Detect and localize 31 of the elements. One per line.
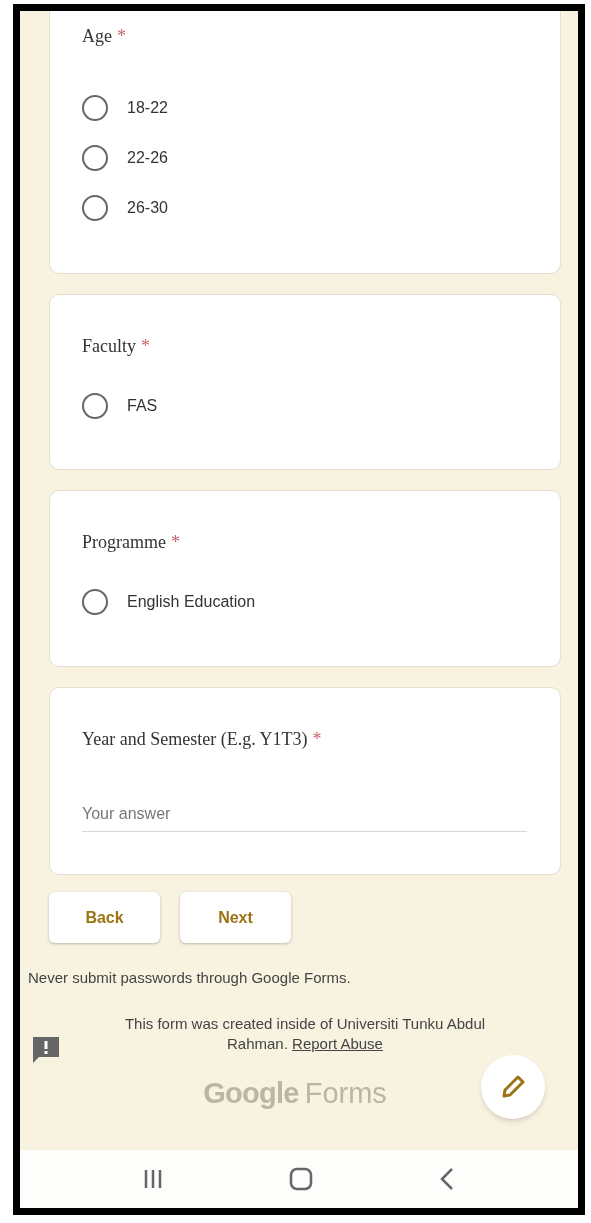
google-forms-logo: Google Forms — [203, 1075, 387, 1111]
edit-button[interactable] — [481, 1055, 545, 1119]
radio-button[interactable] — [82, 589, 108, 615]
required-asterisk: * — [171, 532, 180, 552]
question-title: Age * — [82, 25, 127, 48]
option-label: 26-30 — [127, 198, 168, 218]
nav-button[interactable]: Back — [49, 892, 160, 943]
option-label: 18-22 — [127, 98, 168, 118]
nav-button[interactable]: Next — [180, 892, 291, 943]
pencil-icon — [500, 1074, 526, 1100]
required-asterisk: * — [141, 336, 150, 356]
report-abuse-link[interactable]: Report Abuse — [292, 1034, 383, 1052]
question-title: Faculty * — [82, 335, 151, 358]
recent-apps-icon[interactable] — [143, 1168, 163, 1190]
radio-button[interactable] — [82, 393, 108, 419]
required-asterisk: * — [312, 729, 322, 749]
back-icon[interactable] — [439, 1167, 455, 1191]
form-origin-note: This form was created inside of Universiti Tunku Abdul Rahman. Report Abuse — [123, 1013, 487, 1054]
question-title: Year and Semester (E.g. Y1T3) * — [82, 728, 323, 751]
home-icon[interactable] — [289, 1167, 313, 1191]
radio-button[interactable] — [82, 145, 108, 171]
radio-button[interactable] — [82, 95, 108, 121]
answer-field[interactable]: Your answer — [82, 796, 527, 832]
required-asterisk: * — [117, 26, 126, 46]
feedback-icon[interactable] — [32, 1036, 60, 1064]
password-warning: Never submit passwords through Google Forms. — [27, 968, 352, 988]
question-title: Programme * — [82, 531, 181, 554]
option-label: English Education — [127, 592, 256, 612]
option-label: 22-26 — [127, 148, 168, 168]
radio-button[interactable] — [82, 195, 108, 221]
option-label: FAS — [127, 396, 158, 416]
